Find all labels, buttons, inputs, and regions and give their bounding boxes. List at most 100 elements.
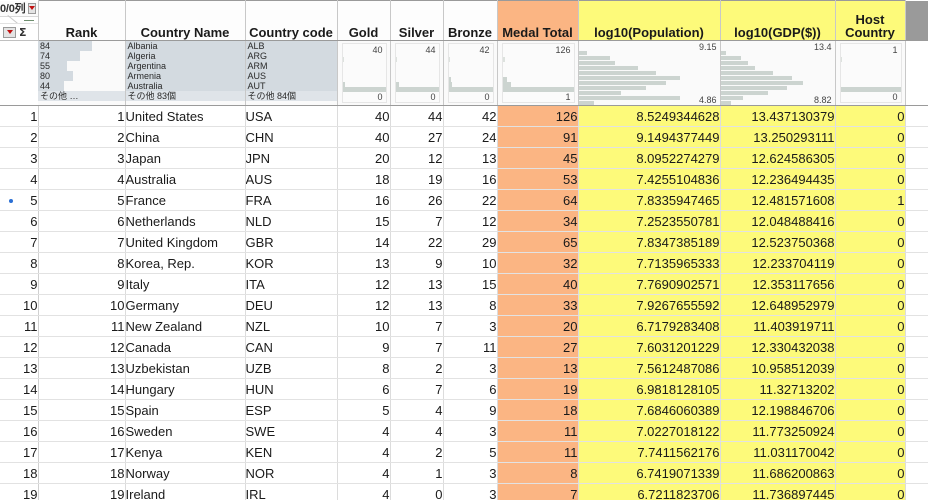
cell-code[interactable]: KOR — [245, 253, 337, 274]
cell-rank[interactable]: 15 — [38, 400, 125, 421]
cell-code[interactable]: JPN — [245, 148, 337, 169]
cell-gold[interactable]: 9 — [337, 337, 390, 358]
cell-bronze[interactable]: 29 — [443, 232, 497, 253]
row-number-cell[interactable]: 5 — [0, 190, 38, 211]
cell-total[interactable]: 13 — [497, 358, 578, 379]
cell-host[interactable]: 0 — [835, 274, 905, 295]
cell-silver[interactable]: 0 — [390, 484, 443, 500]
cell-loggdp[interactable]: 12.233704119 — [720, 253, 835, 274]
summary-rank[interactable]: 8474558044その他 … — [38, 41, 125, 106]
cell-total[interactable]: 64 — [497, 190, 578, 211]
cell-total[interactable]: 126 — [497, 106, 578, 127]
cell-code[interactable]: NZL — [245, 316, 337, 337]
cell-silver[interactable]: 27 — [390, 127, 443, 148]
cell-country[interactable]: Ireland — [125, 484, 245, 500]
cell-country[interactable]: New Zealand — [125, 316, 245, 337]
cell-country[interactable]: Australia — [125, 169, 245, 190]
cell-logpop[interactable]: 7.0227018122 — [578, 421, 720, 442]
cell-gold[interactable]: 4 — [337, 484, 390, 500]
cell-code[interactable]: HUN — [245, 379, 337, 400]
cell-rank[interactable]: 13 — [38, 358, 125, 379]
distribution-item[interactable]: 74 — [38, 51, 125, 61]
cell-code[interactable]: CHN — [245, 127, 337, 148]
cell-total[interactable]: 45 — [497, 148, 578, 169]
cell-total[interactable]: 8 — [497, 463, 578, 484]
cell-country[interactable]: Japan — [125, 148, 245, 169]
cell-rank[interactable]: 9 — [38, 274, 125, 295]
cell-rank[interactable]: 19 — [38, 484, 125, 500]
cell-bronze[interactable]: 42 — [443, 106, 497, 127]
cell-rank[interactable]: 12 — [38, 337, 125, 358]
cell-code[interactable]: NLD — [245, 211, 337, 232]
cell-total[interactable]: 40 — [497, 274, 578, 295]
cell-host[interactable]: 0 — [835, 211, 905, 232]
column-header-host[interactable]: Host Country — [835, 1, 905, 41]
cell-bronze[interactable]: 3 — [443, 358, 497, 379]
cell-total[interactable]: 18 — [497, 400, 578, 421]
cell-bronze[interactable]: 9 — [443, 400, 497, 421]
cell-loggdp[interactable]: 11.031170042 — [720, 442, 835, 463]
cell-code[interactable]: USA — [245, 106, 337, 127]
cell-country[interactable]: United Kingdom — [125, 232, 245, 253]
cell-total[interactable]: 33 — [497, 295, 578, 316]
cell-country[interactable]: Norway — [125, 463, 245, 484]
cell-country[interactable]: Spain — [125, 400, 245, 421]
cell-host[interactable]: 0 — [835, 400, 905, 421]
row-number-cell[interactable]: 6 — [0, 211, 38, 232]
cell-bronze[interactable]: 10 — [443, 253, 497, 274]
cell-logpop[interactable]: 7.8335947465 — [578, 190, 720, 211]
cell-code[interactable]: SWE — [245, 421, 337, 442]
cell-host[interactable]: 0 — [835, 358, 905, 379]
cell-rank[interactable]: 3 — [38, 148, 125, 169]
cell-silver[interactable]: 4 — [390, 400, 443, 421]
distribution-other[interactable]: その他 83個 — [126, 91, 245, 101]
cell-silver[interactable]: 26 — [390, 190, 443, 211]
cell-rank[interactable]: 18 — [38, 463, 125, 484]
summary-code[interactable]: ALBARGARMAUSAUTその他 84個 — [245, 41, 337, 106]
cell-gold[interactable]: 15 — [337, 211, 390, 232]
cell-gold[interactable]: 4 — [337, 463, 390, 484]
cell-country[interactable]: France — [125, 190, 245, 211]
cell-host[interactable]: 0 — [835, 484, 905, 500]
cell-logpop[interactable]: 6.7211823706 — [578, 484, 720, 500]
table-row[interactable]: 1313UzbekistanUZB823137.561248708610.958… — [0, 358, 928, 379]
cell-logpop[interactable]: 7.7411562176 — [578, 442, 720, 463]
cell-code[interactable]: ITA — [245, 274, 337, 295]
cell-gold[interactable]: 40 — [337, 127, 390, 148]
cell-gold[interactable]: 18 — [337, 169, 390, 190]
cell-total[interactable]: 53 — [497, 169, 578, 190]
cell-loggdp[interactable]: 12.523750368 — [720, 232, 835, 253]
cell-country[interactable]: United States — [125, 106, 245, 127]
table-row[interactable]: 22ChinaCHN402724919.149437744913.2502931… — [0, 127, 928, 148]
summary-logpop[interactable]: 9.154.86 — [578, 41, 720, 106]
cell-rank[interactable]: 16 — [38, 421, 125, 442]
cell-gold[interactable]: 8 — [337, 358, 390, 379]
cell-host[interactable]: 0 — [835, 253, 905, 274]
cell-loggdp[interactable]: 11.773250924 — [720, 421, 835, 442]
row-number-cell[interactable]: 8 — [0, 253, 38, 274]
cell-loggdp[interactable]: 12.236494435 — [720, 169, 835, 190]
cell-loggdp[interactable]: 13.437130379 — [720, 106, 835, 127]
cell-silver[interactable]: 2 — [390, 358, 443, 379]
table-row[interactable]: 44AustraliaAUS181916537.425510483612.236… — [0, 169, 928, 190]
cell-country[interactable]: Italy — [125, 274, 245, 295]
cell-country[interactable]: Sweden — [125, 421, 245, 442]
cell-country[interactable]: Uzbekistan — [125, 358, 245, 379]
cell-loggdp[interactable]: 12.481571608 — [720, 190, 835, 211]
row-number-cell[interactable]: 19 — [0, 484, 38, 500]
cell-rank[interactable]: 8 — [38, 253, 125, 274]
table-row[interactable]: 11United StatesUSA4044421268.52493446281… — [0, 106, 928, 127]
row-number-cell[interactable]: 7 — [0, 232, 38, 253]
sigma-icon[interactable]: Σ — [19, 26, 27, 39]
table-row[interactable]: 1818NorwayNOR41386.741907133911.68620086… — [0, 463, 928, 484]
distribution-item[interactable]: Armenia — [126, 71, 245, 81]
row-number-cell[interactable]: 15 — [0, 400, 38, 421]
cell-silver[interactable]: 13 — [390, 274, 443, 295]
distribution-item[interactable]: Albania — [126, 41, 245, 51]
distribution-item[interactable]: ALB — [246, 41, 337, 51]
cell-bronze[interactable]: 3 — [443, 463, 497, 484]
cell-logpop[interactable]: 7.8347385189 — [578, 232, 720, 253]
distribution-item[interactable]: 80 — [38, 71, 125, 81]
summary-country[interactable]: AlbaniaAlgeriaArgentinaArmeniaAustraliaそ… — [125, 41, 245, 106]
cell-silver[interactable]: 12 — [390, 148, 443, 169]
